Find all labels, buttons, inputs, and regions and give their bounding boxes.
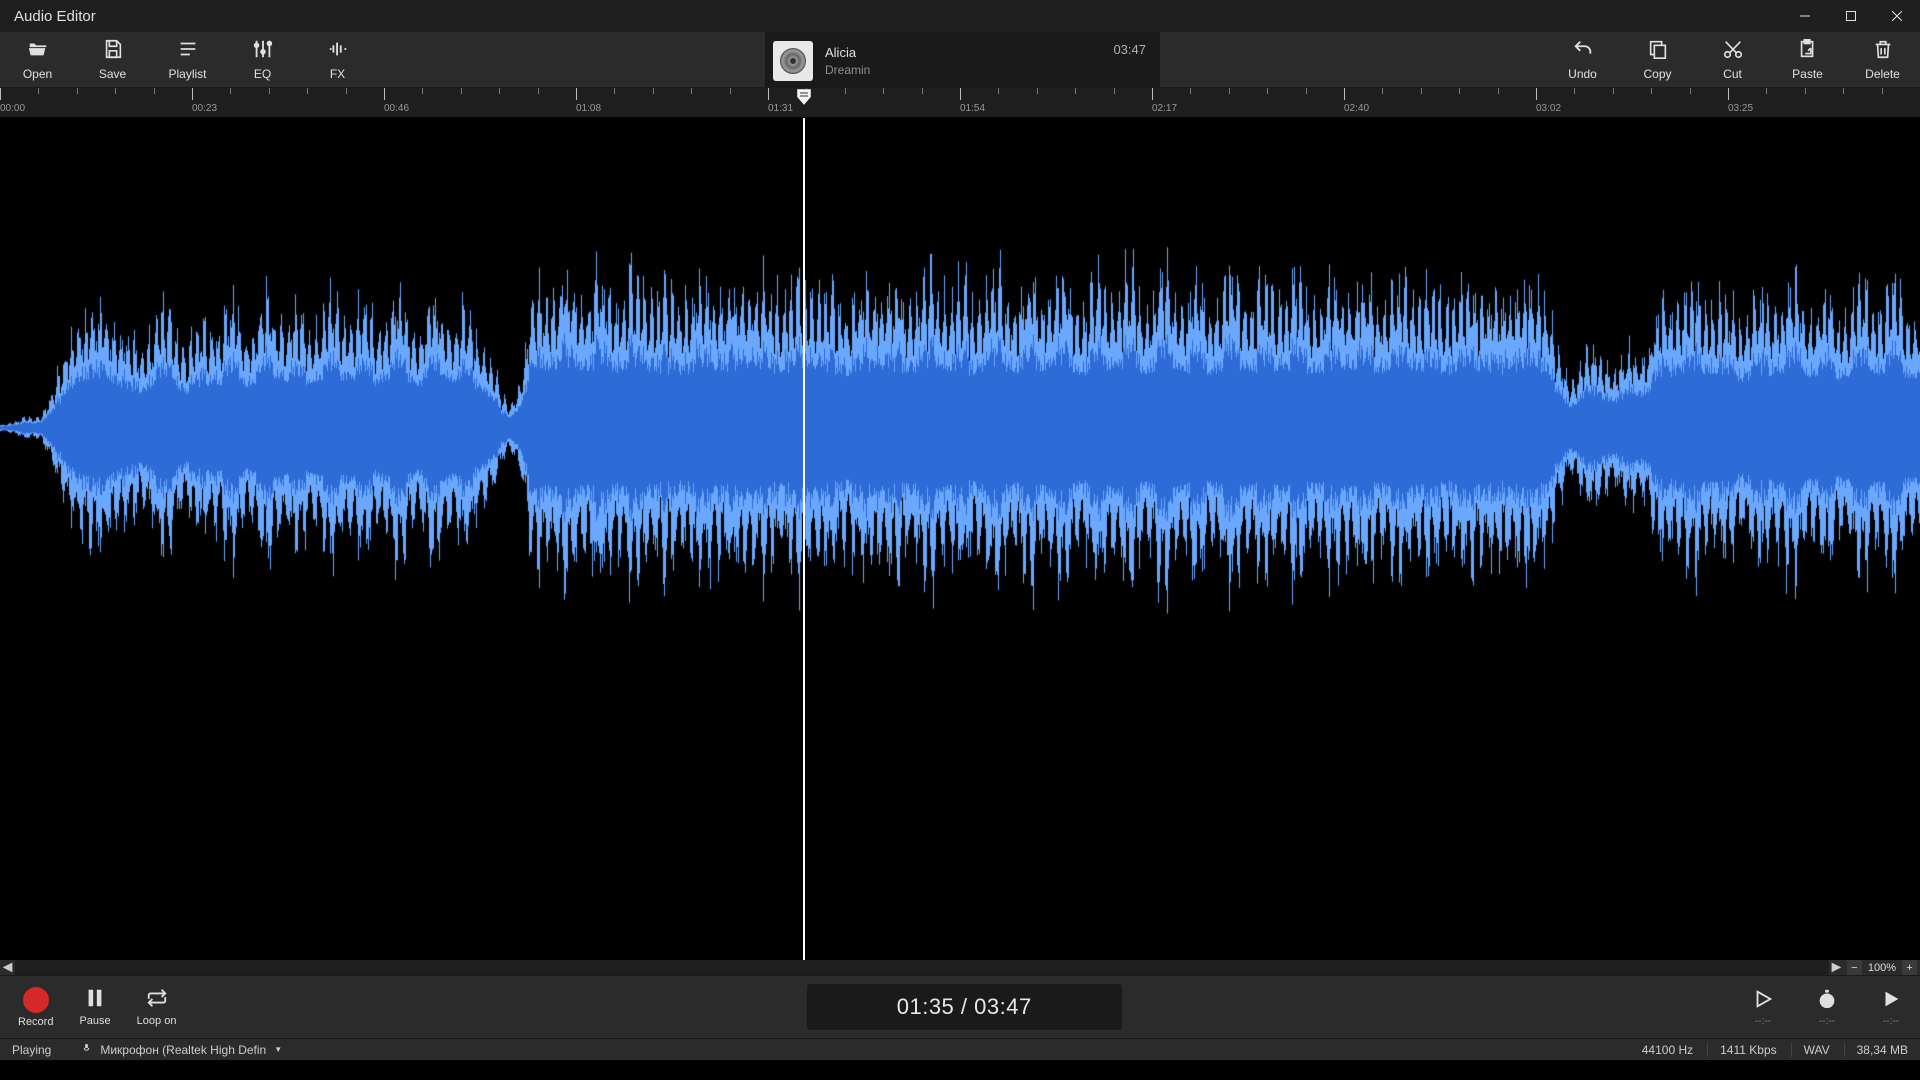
scroll-right-button[interactable]: ► (1829, 960, 1844, 975)
timer-button[interactable]: --:-- (1816, 988, 1838, 1027)
stopwatch-icon (1816, 988, 1838, 1013)
timer-label: --:-- (1819, 1016, 1835, 1027)
track-artist: Alicia (825, 44, 1101, 62)
scroll-track[interactable] (15, 960, 1829, 975)
copy-button[interactable]: Copy (1620, 32, 1695, 87)
play-solid-icon (1880, 988, 1902, 1013)
timecode-display: 01:35 / 03:47 (807, 984, 1122, 1030)
fx-icon (327, 38, 349, 63)
equalizer-icon (252, 38, 274, 63)
delete-button[interactable]: Delete (1845, 32, 1920, 87)
fx-button[interactable]: FX (300, 32, 375, 87)
open-label: Open (23, 67, 52, 81)
microphone-selector[interactable]: Микрофон (Realtek High Defin ▼ (81, 1043, 282, 1057)
pause-button[interactable]: Pause (79, 987, 110, 1027)
audio-format: WAV (1791, 1043, 1830, 1057)
paste-button[interactable]: Paste (1770, 32, 1845, 87)
undo-icon (1572, 38, 1594, 63)
now-playing-panel: Alicia Dreamin 03:47 (765, 32, 1160, 88)
zoom-level: 100% (1864, 962, 1900, 974)
play-start-label: --:-- (1755, 1016, 1771, 1027)
loop-button[interactable]: Loop on (137, 987, 177, 1027)
transport-bar: Record Pause Loop on 01:35 / 03:47 --:--… (0, 975, 1920, 1038)
eq-button[interactable]: EQ (225, 32, 300, 87)
play-to-end-button[interactable]: --:-- (1880, 988, 1902, 1027)
track-duration: 03:47 (1113, 42, 1146, 57)
minimize-button[interactable] (1782, 0, 1828, 32)
time-ruler[interactable]: 00:0000:2300:4601:0801:3101:5402:1702:40… (0, 88, 1920, 118)
zoom-in-button[interactable]: + (1902, 960, 1917, 975)
chevron-down-icon: ▼ (274, 1045, 282, 1054)
window-title: Audio Editor (14, 8, 96, 25)
record-button[interactable]: Record (18, 987, 53, 1028)
album-art (773, 41, 813, 81)
trash-icon (1872, 38, 1894, 63)
copy-icon (1647, 38, 1669, 63)
file-size: 38,34 MB (1844, 1043, 1908, 1057)
paste-icon (1797, 38, 1819, 63)
zoom-out-button[interactable]: − (1847, 960, 1862, 975)
microphone-icon (81, 1043, 92, 1057)
track-title: Dreamin (825, 62, 1101, 79)
open-button[interactable]: Open (0, 32, 75, 87)
eq-label: EQ (254, 67, 271, 81)
maximize-button[interactable] (1828, 0, 1874, 32)
horizontal-scrollbar: ◄ ► − 100% + (0, 960, 1920, 975)
delete-label: Delete (1865, 67, 1900, 81)
fx-label: FX (330, 67, 345, 81)
pause-label: Pause (79, 1015, 110, 1027)
playback-position: 01:35 (897, 994, 955, 1019)
close-button[interactable] (1874, 0, 1920, 32)
microphone-name: Микрофон (Realtek High Defin (100, 1043, 266, 1057)
playlist-label: Playlist (168, 67, 206, 81)
cut-icon (1722, 38, 1744, 63)
waveform-canvas[interactable] (0, 118, 1920, 960)
undo-button[interactable]: Undo (1545, 32, 1620, 87)
sample-rate: 44100 Hz (1630, 1043, 1693, 1057)
undo-label: Undo (1568, 67, 1597, 81)
playlist-button[interactable]: Playlist (150, 32, 225, 87)
cut-label: Cut (1723, 67, 1742, 81)
playback-total: 03:47 (974, 994, 1032, 1019)
pause-icon (84, 987, 106, 1012)
scroll-left-button[interactable]: ◄ (0, 960, 15, 975)
record-label: Record (18, 1016, 53, 1028)
save-label: Save (99, 67, 126, 81)
bitrate: 1411 Kbps (1707, 1043, 1777, 1057)
play-outline-icon (1752, 988, 1774, 1013)
save-icon (102, 38, 124, 63)
loop-icon (146, 987, 168, 1012)
waveform-area[interactable] (0, 118, 1920, 960)
copy-label: Copy (1643, 67, 1671, 81)
folder-open-icon (27, 38, 49, 63)
status-bar: Playing Микрофон (Realtek High Defin ▼ 4… (0, 1038, 1920, 1060)
window-controls (1782, 0, 1920, 32)
playhead-line (803, 118, 805, 960)
disc-icon (780, 48, 806, 74)
playlist-icon (177, 38, 199, 63)
cut-button[interactable]: Cut (1695, 32, 1770, 87)
loop-label: Loop on (137, 1015, 177, 1027)
titlebar: Audio Editor (0, 0, 1920, 32)
record-icon (23, 987, 49, 1013)
paste-label: Paste (1792, 67, 1823, 81)
play-from-start-button[interactable]: --:-- (1752, 988, 1774, 1027)
play-end-label: --:-- (1883, 1016, 1899, 1027)
save-button[interactable]: Save (75, 32, 150, 87)
playback-status: Playing (12, 1043, 51, 1057)
